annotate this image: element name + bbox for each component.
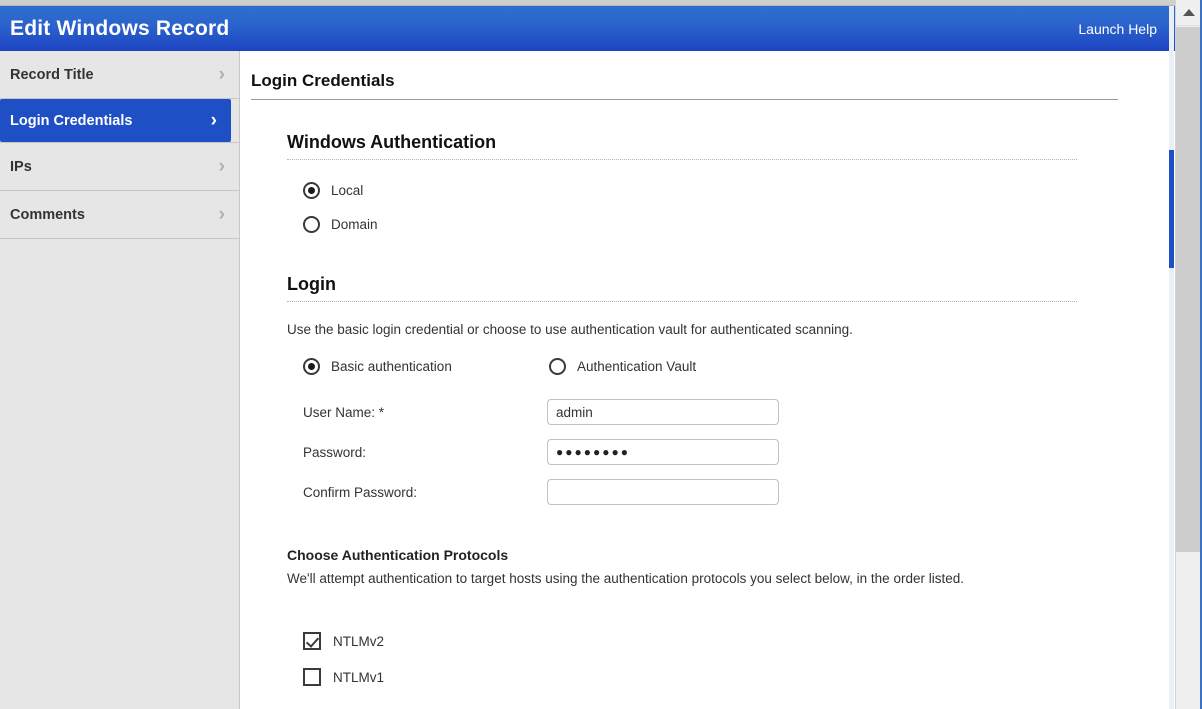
checkbox-option-ntlmv2[interactable]: NTLMv2 — [303, 632, 1175, 650]
section-heading-windows-authentication: Windows Authentication — [287, 132, 1077, 160]
field-row-user-name: User Name: * — [303, 399, 1175, 425]
sidebar-item-label: IPs — [10, 158, 32, 175]
login-description: Use the basic login credential or choose… — [287, 322, 853, 337]
sidebar-item-record-title[interactable]: Record Title › — [0, 51, 239, 99]
sidebar-item-label: Record Title — [10, 66, 94, 83]
checkbox-ntlmv1-icon[interactable] — [303, 668, 321, 686]
field-row-password: Password: — [303, 439, 1175, 465]
user-name-label: User Name: * — [303, 404, 385, 420]
radio-authentication-vault-label: Authentication Vault — [577, 359, 697, 374]
confirm-password-input[interactable] — [547, 479, 779, 505]
chevron-right-icon: › — [218, 156, 225, 177]
chevron-right-icon: › — [218, 64, 225, 85]
confirm-password-label: Confirm Password: — [303, 484, 418, 500]
field-row-confirm-password: Confirm Password: — [303, 479, 1175, 505]
checkbox-ntlmv2-icon[interactable] — [303, 632, 321, 650]
page-scrollbar-thumb[interactable] — [1176, 27, 1202, 552]
checkbox-ntlmv2-label: NTLMv2 — [333, 633, 385, 649]
radio-domain-icon[interactable] — [303, 216, 320, 233]
inner-scrollbar-thumb[interactable] — [1169, 150, 1174, 268]
checkbox-option-ntlmv1[interactable]: NTLMv1 — [303, 668, 1175, 686]
sidebar-item-label: Comments — [10, 206, 85, 223]
inner-scrollbar-track[interactable] — [1169, 6, 1174, 709]
checkbox-ntlmv1-label: NTLMv1 — [333, 669, 385, 685]
sidebar-item-ips[interactable]: IPs › — [0, 143, 239, 191]
edit-windows-record-window: Edit Windows Record Launch Help Record T… — [0, 0, 1202, 709]
window-header: Edit Windows Record Launch Help — [0, 6, 1175, 51]
sidebar-item-login-credentials[interactable]: Login Credentials › — [0, 99, 231, 142]
user-name-input[interactable] — [547, 399, 779, 425]
radio-domain-label: Domain — [331, 217, 378, 232]
radio-local-label: Local — [331, 183, 364, 198]
chevron-up-icon — [1183, 9, 1195, 16]
sidebar: Record Title › Login Credentials › IPs ›… — [0, 51, 240, 709]
protocols-description: We'll attempt authentication to target h… — [287, 571, 964, 586]
chevron-right-icon: › — [218, 204, 225, 225]
password-label: Password: — [303, 444, 367, 460]
radio-option-local[interactable]: Local — [303, 182, 1175, 199]
chevron-right-icon: › — [210, 110, 217, 131]
sidebar-item-label: Login Credentials — [10, 112, 133, 129]
radio-option-basic-authentication[interactable]: Basic authentication — [303, 358, 549, 375]
window-title: Edit Windows Record — [10, 16, 230, 40]
section-heading-login: Login — [287, 274, 1077, 302]
radio-option-authentication-vault[interactable]: Authentication Vault — [549, 358, 696, 375]
radio-local-icon[interactable] — [303, 182, 320, 199]
radio-basic-authentication-icon[interactable] — [303, 358, 320, 375]
page-scrollbar[interactable] — [1175, 0, 1202, 709]
main-content: Login Credentials Windows Authentication… — [241, 51, 1175, 709]
login-method-group: Basic authentication Authentication Vaul… — [303, 358, 1175, 375]
launch-help-link[interactable]: Launch Help — [1078, 21, 1157, 37]
radio-option-domain[interactable]: Domain — [303, 216, 1175, 233]
radio-basic-authentication-label: Basic authentication — [331, 359, 452, 374]
subsection-heading-choose-authentication-protocols: Choose Authentication Protocols — [287, 547, 509, 563]
password-input[interactable] — [547, 439, 779, 465]
scroll-up-button[interactable] — [1176, 0, 1202, 26]
sidebar-item-comments[interactable]: Comments › — [0, 191, 239, 239]
radio-authentication-vault-icon[interactable] — [549, 358, 566, 375]
page-title: Login Credentials — [251, 71, 1118, 100]
